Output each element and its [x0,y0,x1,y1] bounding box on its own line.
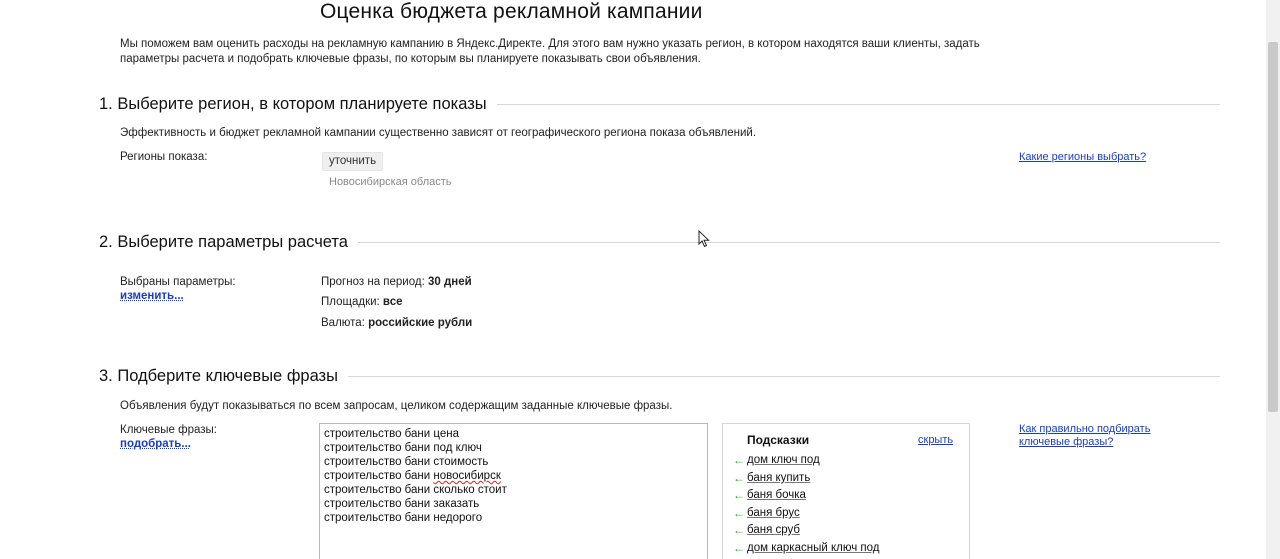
param-period: Прогноз на период: 30 дней [321,276,472,288]
section-2-header: 2. Выберите параметры расчета [99,231,1220,253]
pick-keywords-link[interactable]: подобрать... [120,438,191,450]
hint-item[interactable]: ← баня купить [733,470,810,486]
section-2-title: 2. Выберите параметры расчета [99,232,358,252]
arrow-left-icon: ← [733,541,745,555]
hint-item[interactable]: ← баня брус [733,505,800,521]
keyword-line: строительство бани сколько стоит [324,484,507,496]
section-1-title: 1. Выберите регион, в котором планируете… [99,94,497,114]
param-platforms: Площадки: все [321,296,403,308]
regions-label: Регионы показа: [120,151,208,163]
hint-item[interactable]: ← баня бочка [733,487,806,503]
mouse-cursor-icon [698,230,710,248]
selected-params-label: Выбраны параметры: [120,276,236,288]
arrow-left-icon: ← [733,488,745,502]
page-scrollbar[interactable] [1266,0,1280,559]
param-currency-label: Валюта: [321,317,365,329]
param-period-label: Прогноз на период: [321,276,425,288]
keyword-line: строительство бани стоимость [324,456,489,468]
hint-text: баня купить [747,472,811,484]
keywords-label: Ключевые фразы: [120,424,217,436]
hint-text: баня бочка [747,489,806,501]
intro-text: Мы поможем вам оценить расходы на реклам… [120,38,980,65]
param-platforms-value: все [382,296,403,308]
param-platforms-label: Площадки: [321,296,380,308]
hide-hints-link[interactable]: скрыть [918,434,953,446]
arrow-left-icon: ← [733,506,745,520]
page-title: Оценка бюджета рекламной кампании [320,0,703,23]
section-3-title: 3. Подберите ключевые фразы [99,366,348,386]
change-params-link[interactable]: изменить... [120,290,184,302]
param-currency-value: российские рубли [368,317,473,329]
keyword-line: строительство бани цена [324,428,459,440]
keyword-line: строительство бани заказать [324,498,480,510]
spellcheck-word: новосибирск [433,470,501,482]
keywords-textarea[interactable]: строительство бани цена строительство ба… [319,423,708,559]
arrow-left-icon: ← [733,453,745,467]
keyword-line: строительство бани новосибирск [324,470,501,482]
hint-item[interactable]: ← дом ключ под [733,452,820,468]
section-divider [347,375,1220,377]
arrow-left-icon: ← [733,523,745,537]
hints-panel: Подсказки скрыть ← дом ключ под ← баня к… [722,423,970,559]
scrollbar-thumb[interactable] [1268,42,1278,412]
section-1-header: 1. Выберите регион, в котором планируете… [99,93,1220,115]
hint-text: дом каркасный ключ под [747,542,880,554]
selected-region: Новосибирская область [329,176,452,188]
keywords-help-link[interactable]: Как правильно подбирать ключевые фразы? [1019,423,1204,449]
refine-regions-button[interactable]: уточнить [322,152,384,171]
section-divider [496,103,1220,105]
param-currency: Валюта: российские рубли [321,317,472,329]
section-divider [357,241,1220,243]
arrow-left-icon: ← [733,471,745,485]
section-1-description: Эффективность и бюджет рекламной кампани… [120,127,757,139]
hint-item[interactable]: ← дом каркасный ключ под [733,540,879,556]
hint-text: баня брус [747,507,800,519]
hint-text: баня сруб [747,524,800,536]
which-regions-link[interactable]: Какие регионы выбрать? [1019,151,1146,163]
section-3-description: Объявления будут показываться по всем за… [120,400,673,412]
hint-text: дом ключ под [747,454,820,466]
keyword-line: строительство бани под ключ [324,442,482,454]
section-3-header: 3. Подберите ключевые фразы [99,365,1220,387]
hints-title: Подсказки [747,433,810,447]
keyword-line: строительство бани недорого [324,512,483,524]
param-period-value: 30 дней [427,276,472,288]
hint-item[interactable]: ← баня сруб [733,522,800,538]
